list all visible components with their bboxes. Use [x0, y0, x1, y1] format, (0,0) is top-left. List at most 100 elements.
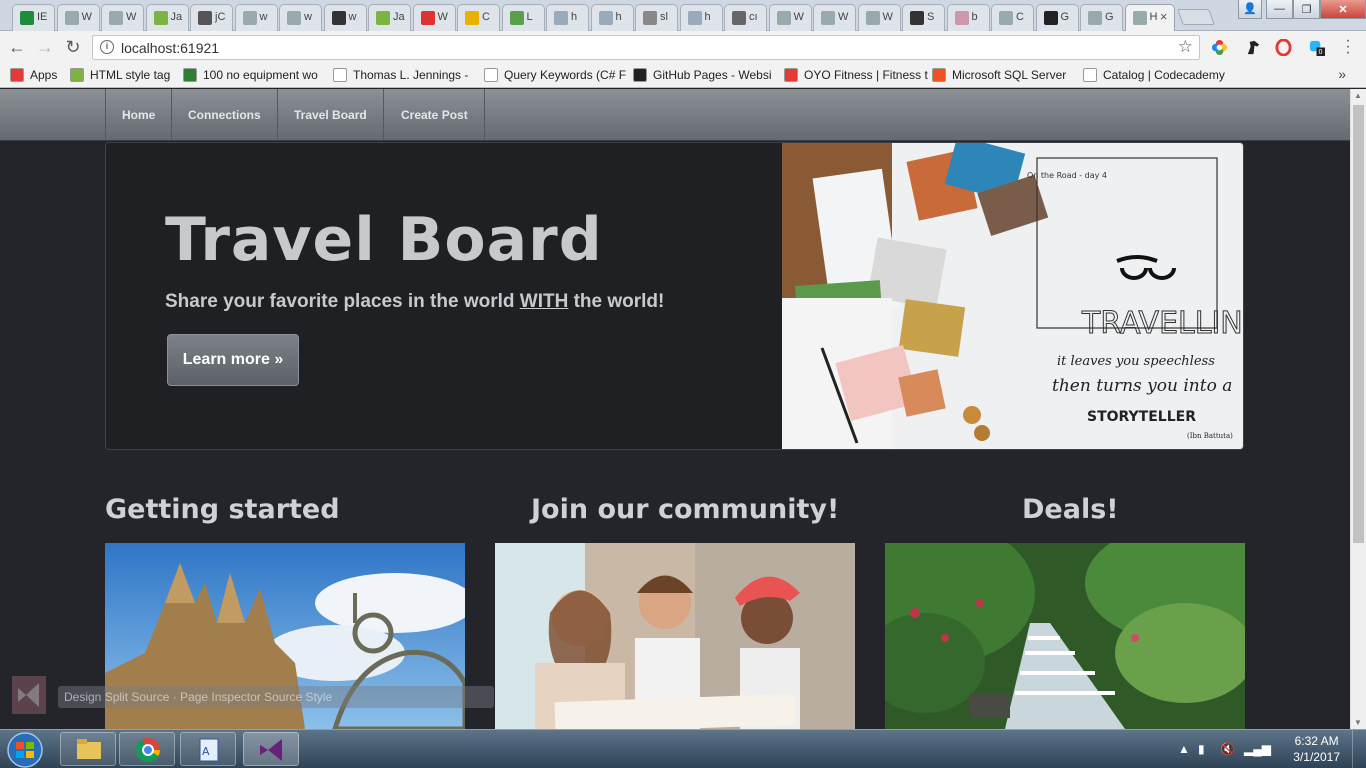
- maximize-button[interactable]: ❐: [1293, 0, 1320, 19]
- bookmark-item[interactable]: 100 no equipment wo: [183, 68, 318, 82]
- bookmark-label: Thomas L. Jennings -: [353, 68, 469, 82]
- tab-title: w: [304, 11, 312, 23]
- close-window-button[interactable]: ✕: [1320, 0, 1366, 19]
- browser-tab[interactable]: W: [813, 4, 856, 31]
- address-bar[interactable]: i localhost:61921 ☆: [92, 35, 1200, 60]
- bookmark-item[interactable]: HTML style tag: [70, 68, 170, 82]
- bookmark-item[interactable]: Catalog | Codecademy: [1083, 68, 1225, 82]
- browser-tab[interactable]: h: [590, 4, 634, 31]
- browser-tab[interactable]: Ja: [368, 4, 411, 31]
- bookmark-item[interactable]: GitHub Pages - Websi: [633, 68, 772, 82]
- tab-title: cı: [749, 11, 758, 23]
- browser-tab[interactable]: W: [56, 4, 100, 31]
- tab-title: W: [838, 11, 849, 23]
- tab-favicon-icon: [153, 11, 168, 25]
- scroll-down-icon[interactable]: ▼: [1354, 718, 1362, 727]
- browser-tab[interactable]: W: [412, 4, 456, 31]
- art-signature: (Ibn Battuta): [1187, 432, 1233, 440]
- browser-tab[interactable]: S: [902, 4, 945, 31]
- volume-muted-icon[interactable]: 🔇: [1220, 742, 1235, 756]
- info-icon[interactable]: i: [100, 40, 114, 54]
- bookmark-favicon-icon: [784, 68, 798, 82]
- reload-icon[interactable]: ↻: [62, 37, 84, 59]
- browser-tab[interactable]: H ×: [1124, 4, 1175, 31]
- clock-time: 6:32 AM: [1294, 734, 1339, 748]
- nav-create-post[interactable]: Create Post: [385, 89, 485, 140]
- tab-title: H: [1149, 11, 1158, 23]
- start-button-icon[interactable]: [4, 731, 46, 768]
- hero-lead-start: Share your favorite places in the world: [165, 291, 520, 312]
- nav-connections[interactable]: Connections: [172, 89, 278, 140]
- close-tab-icon[interactable]: ×: [1160, 9, 1168, 24]
- browser-tab[interactable]: w: [279, 4, 322, 31]
- tab-favicon-icon: [643, 11, 657, 25]
- browser-tab[interactable]: h: [679, 4, 723, 31]
- taskbar-clock[interactable]: 6:32 AM 3/1/2017: [1293, 733, 1340, 765]
- back-icon[interactable]: ←: [6, 37, 28, 59]
- browser-tab[interactable]: G: [1035, 4, 1079, 31]
- browser-tab[interactable]: sl: [635, 4, 678, 31]
- browser-tab[interactable]: cı: [724, 4, 767, 31]
- minimize-button[interactable]: —: [1266, 0, 1293, 19]
- page-scrollbar[interactable]: ▲ ▼: [1350, 89, 1366, 729]
- bookmark-item[interactable]: OYO Fitness | Fitness t: [784, 68, 928, 82]
- tab-favicon-icon: [198, 11, 212, 25]
- tray-expand-icon[interactable]: ▲: [1178, 742, 1190, 756]
- show-desktop-button[interactable]: [1352, 730, 1366, 768]
- bookmark-favicon-icon: [10, 68, 24, 82]
- browser-tab[interactable]: b: [946, 4, 990, 31]
- bookmark-item[interactable]: Microsoft SQL Server: [932, 68, 1066, 82]
- taskbar-word[interactable]: A: [180, 732, 236, 766]
- color-wheel-extension-icon[interactable]: [1211, 39, 1228, 56]
- art-line-2: then turns you into a: [1052, 376, 1232, 396]
- column-heading-community: Join our community!: [531, 494, 840, 525]
- browser-tab[interactable]: h: [546, 4, 589, 31]
- chrome-menu-icon[interactable]: · · ·: [1343, 33, 1353, 61]
- bookmark-item[interactable]: Apps: [10, 68, 57, 82]
- scroll-up-icon[interactable]: ▲: [1354, 91, 1362, 100]
- bookmarks-overflow-button[interactable]: »: [1338, 66, 1346, 82]
- bookmark-item[interactable]: Thomas L. Jennings -: [333, 68, 468, 82]
- system-tray: ▲ ▮ 🔇 ▂▄▆ 6:32 AM 3/1/2017: [1176, 730, 1366, 768]
- tab-favicon-icon: [331, 11, 346, 25]
- tab-title: W: [126, 11, 137, 23]
- browser-tab[interactable]: W: [857, 4, 901, 31]
- url-text[interactable]: localhost:61921: [121, 40, 219, 56]
- taskbar-file-explorer[interactable]: [60, 732, 116, 766]
- horse-extension-icon[interactable]: [1245, 39, 1262, 56]
- scroll-thumb[interactable]: [1353, 105, 1364, 543]
- opera-extension-icon[interactable]: [1275, 39, 1292, 56]
- browser-tab[interactable]: G: [1080, 4, 1123, 31]
- nav-home[interactable]: Home: [105, 89, 173, 140]
- browser-tab[interactable]: w: [234, 4, 278, 31]
- browser-tab[interactable]: C: [457, 4, 500, 31]
- tab-title: jC: [215, 11, 226, 23]
- forward-icon[interactable]: →: [34, 37, 56, 59]
- browser-tab[interactable]: w: [323, 4, 367, 31]
- tray-device-icon[interactable]: ▮: [1198, 742, 1205, 756]
- profile-button[interactable]: 👤: [1238, 0, 1262, 19]
- network-icon[interactable]: ▂▄▆: [1244, 742, 1271, 756]
- new-tab-button[interactable]: [1177, 9, 1215, 25]
- browser-tab[interactable]: L: [501, 4, 545, 31]
- browser-toolbar: ← → ↻ i localhost:61921 ☆ 0 · · ·: [0, 31, 1366, 63]
- nav-travel-board[interactable]: Travel Board: [278, 89, 384, 140]
- browser-tab[interactable]: Ja: [145, 4, 189, 31]
- tab-favicon-icon: [687, 11, 702, 25]
- learn-more-button[interactable]: Learn more »: [167, 334, 299, 386]
- browser-tab[interactable]: IE: [12, 4, 55, 31]
- extension-badge-icon[interactable]: 0: [1308, 39, 1325, 56]
- browser-tab[interactable]: C: [991, 4, 1034, 31]
- bookmark-star-icon[interactable]: ☆: [1178, 37, 1193, 57]
- browser-tab[interactable]: jC: [190, 4, 233, 31]
- tab-favicon-icon: [1088, 11, 1102, 25]
- bookmark-label: Apps: [30, 68, 58, 82]
- hero-lead-end: the world!: [568, 291, 665, 312]
- browser-tab[interactable]: W: [101, 4, 144, 31]
- taskbar-chrome[interactable]: [119, 732, 175, 766]
- browser-tab[interactable]: W: [768, 4, 812, 31]
- designer-toolbar-overlay[interactable]: Design Split Source · Page Inspector Sou…: [58, 686, 494, 708]
- taskbar-visual-studio[interactable]: [243, 732, 299, 766]
- bookmark-item[interactable]: Query Keywords (C# F: [484, 68, 626, 82]
- art-line-1: it leaves you speechless: [1057, 354, 1215, 369]
